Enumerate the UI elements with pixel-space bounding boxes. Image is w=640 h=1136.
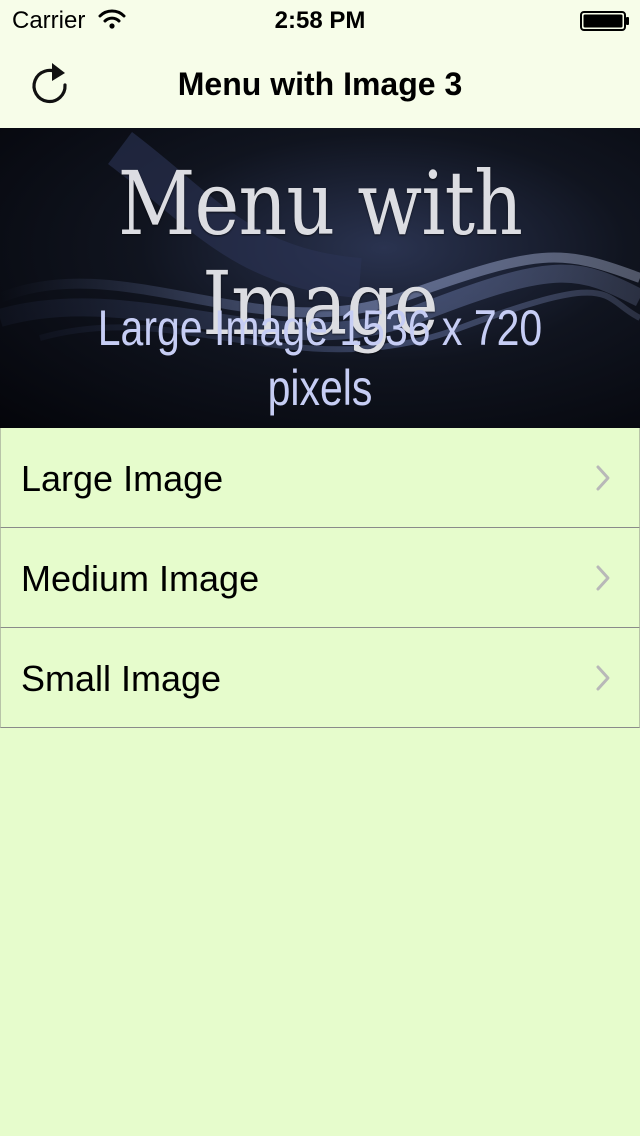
menu-item-large-image[interactable]: Large Image <box>0 428 640 528</box>
page-title: Menu with Image 3 <box>177 66 463 102</box>
chevron-right-icon <box>596 565 610 591</box>
status-bar: Carrier 2:58 PM <box>0 0 640 40</box>
menu-item-label: Small Image <box>21 658 222 699</box>
banner-subtitle: Large Image 1536 x 720 pixels <box>97 300 543 416</box>
menu-item-label: Large Image <box>21 458 224 499</box>
status-time: 2:58 PM <box>274 7 366 34</box>
menu-item-medium-image[interactable]: Medium Image <box>0 528 640 628</box>
menu-item-label: Medium Image <box>21 558 260 599</box>
banner-image: Menu with Image Large Image 1536 x 720 p… <box>0 128 640 428</box>
navigation-bar: Menu with Image 3 <box>0 40 640 128</box>
chevron-right-icon <box>596 665 610 691</box>
menu-item-small-image[interactable]: Small Image <box>0 628 640 728</box>
menu-list: Large Image Medium Image Small Image <box>0 428 640 728</box>
header: Carrier 2:58 PM Menu with Image 3 <box>0 0 640 128</box>
battery-icon <box>580 11 629 31</box>
chevron-right-icon <box>596 465 610 491</box>
